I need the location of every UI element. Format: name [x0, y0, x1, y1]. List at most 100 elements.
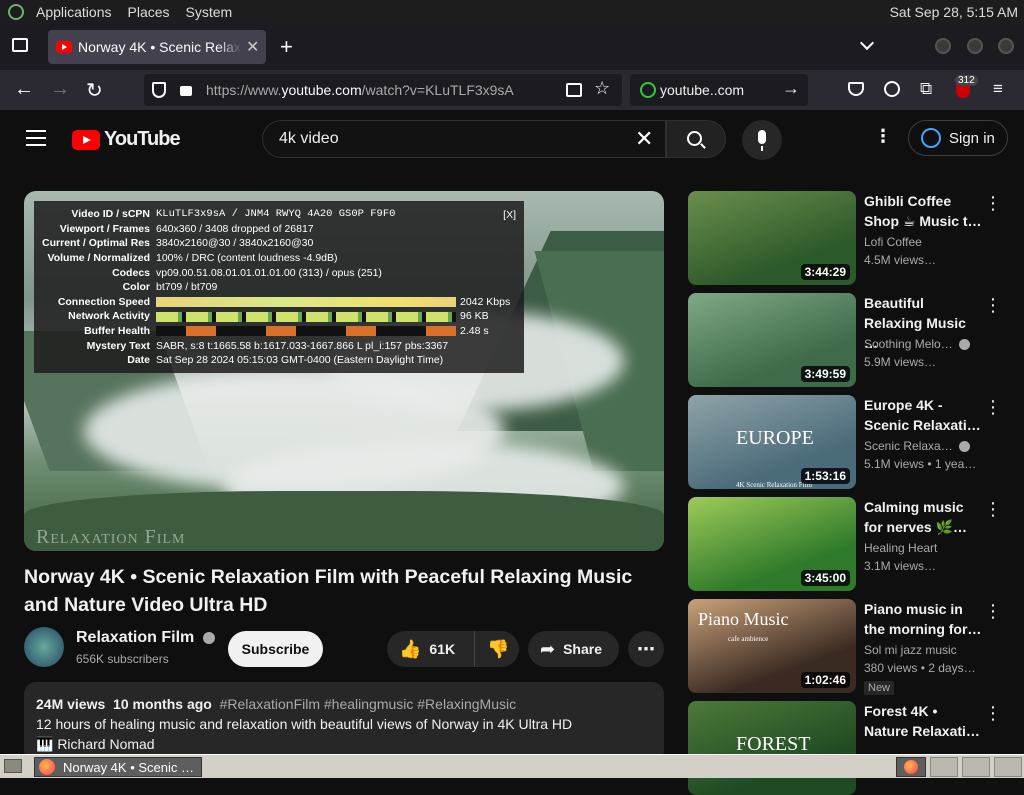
more-options-kebab-icon[interactable]: ⋮: [874, 126, 892, 147]
recommendation-menu-kebab-icon[interactable]: ⋮: [984, 397, 1002, 418]
stats-value-text: 100% / DRC (content loudness -4.9dB): [156, 252, 338, 265]
sign-in-button[interactable]: Sign in: [908, 120, 1008, 156]
recommendation-meta: 3.1M views…: [864, 559, 937, 573]
youtube-search-button[interactable]: [666, 120, 726, 158]
window-maximize-button[interactable]: [967, 38, 983, 54]
extensions-puzzle-icon[interactable]: ⧉: [920, 79, 932, 99]
youtube-logo-text: YouTube: [104, 128, 181, 150]
lock-icon[interactable]: [180, 86, 192, 96]
stats-value: 3840x2160@30 / 3840x2160@30: [156, 237, 524, 249]
forward-arrow-icon[interactable]: →: [50, 78, 70, 101]
youtube-search-input[interactable]: 4k video ✕: [262, 120, 666, 158]
recommendation-channel[interactable]: Lofi Coffee: [864, 235, 922, 249]
hashtags[interactable]: #RelaxationFilm #healingmusic #RelaxingM…: [220, 696, 516, 712]
voice-search-button[interactable]: [742, 120, 782, 160]
tab-list-chevron-icon[interactable]: [859, 35, 875, 51]
workspace-switcher[interactable]: [896, 757, 926, 777]
subscribe-button[interactable]: Subscribe: [228, 631, 323, 667]
stats-value: 640x360 / 3408 dropped of 26817: [156, 223, 524, 235]
youtube-logo-play-icon: [72, 129, 100, 150]
clock[interactable]: Sat Sep 28, 5:15 AM: [890, 4, 1018, 20]
recommendation-thumbnail[interactable]: FOREST: [688, 701, 856, 795]
window-close-button[interactable]: [998, 38, 1014, 54]
window-minimize-button[interactable]: [935, 38, 951, 54]
recommendation-thumbnail[interactable]: Piano Music cafe ambience 1:02:46: [688, 599, 856, 693]
share-arrow-icon: ➦: [540, 638, 556, 659]
recommendation-item[interactable]: 3:44:29 Ghibli Coffee Shop ☕ Music t… Lofi…: [688, 191, 1008, 285]
recommendation-item[interactable]: 3:45:00 Calming music for nerves 🌿… Healin…: [688, 497, 1008, 591]
stats-value: KLuTLF3x9sA / JNM4 RWYQ 4A20 GS0P F9F0: [156, 208, 524, 220]
recommendation-item[interactable]: 3:49:59 Beautiful Relaxing Music … Soothin…: [688, 293, 1008, 387]
channel-name[interactable]: Relaxation Film: [76, 629, 215, 647]
recommendation-title[interactable]: Forest 4K • Nature Relaxati…: [864, 701, 982, 741]
recommendation-item[interactable]: EUROPE 4K Scenic Relaxation Film 1:53:16 Eu…: [688, 395, 1008, 489]
recommendation-channel[interactable]: Soothing Melo…: [864, 337, 970, 351]
thumbnail-text: EUROPE: [736, 427, 814, 449]
bookmark-star-icon[interactable]: ☆: [594, 78, 610, 99]
search-bar-text[interactable]: youtube..com: [660, 82, 744, 98]
show-desktop-icon[interactable]: [4, 759, 22, 773]
recommendation-thumbnail[interactable]: 3:45:00: [688, 497, 856, 591]
stats-key: Video ID / sCPN: [71, 208, 150, 221]
back-arrow-icon[interactable]: ←: [14, 78, 34, 101]
recommendation-channel[interactable]: Healing Heart: [864, 541, 937, 555]
dislike-button[interactable]: 👎: [475, 639, 509, 660]
recommendation-thumbnail[interactable]: EUROPE 4K Scenic Relaxation Film 1:53:16: [688, 395, 856, 489]
channel-avatar[interactable]: [24, 627, 64, 667]
stats-key: Codecs: [112, 266, 150, 279]
youtube-logo[interactable]: YouTube: [72, 128, 181, 151]
app-menu-hamburger-icon[interactable]: ≡: [993, 79, 1003, 99]
recommendation-channel[interactable]: Scenic Relaxa…: [864, 439, 970, 453]
recommendation-menu-kebab-icon[interactable]: ⋮: [984, 601, 1002, 622]
recommendation-menu-kebab-icon[interactable]: ⋮: [984, 499, 1002, 520]
stats-value: vp09.00.51.08.01.01.01.01.00 (313) / opu…: [156, 267, 524, 279]
workspace-4[interactable]: [994, 757, 1022, 777]
menu-places[interactable]: Places: [120, 4, 178, 20]
recommendation-title[interactable]: Piano music in the morning for…: [864, 599, 982, 639]
recommendation-title[interactable]: Europe 4K - Scenic Relaxati…: [864, 395, 982, 435]
workspace-3[interactable]: [962, 757, 990, 777]
share-label: Share: [563, 641, 603, 657]
guide-hamburger-icon[interactable]: [26, 130, 46, 146]
taskbar-firefox-window[interactable]: Norway 4K • Scenic …: [34, 757, 202, 777]
share-button[interactable]: ➦ Share: [528, 631, 619, 667]
shield-icon[interactable]: [152, 82, 166, 98]
tab-youtube[interactable]: Norway 4K • Scenic Relaxation Film ✕: [48, 30, 266, 64]
recommendation-item[interactable]: FOREST Forest 4K • Nature Relaxati… ⋮: [688, 701, 1008, 795]
stats-graph-buffer: [156, 326, 456, 337]
verified-check-icon: [202, 631, 215, 644]
like-button[interactable]: 👍 61K: [387, 631, 475, 667]
reload-icon[interactable]: ↻: [86, 78, 103, 103]
youtube-search-value[interactable]: 4k video: [279, 130, 339, 148]
recommendation-menu-kebab-icon[interactable]: ⋮: [984, 193, 1002, 214]
menu-applications[interactable]: Applications: [28, 4, 120, 20]
distro-logo-icon[interactable]: [8, 4, 24, 20]
search-go-arrow-icon[interactable]: →: [782, 78, 800, 99]
tab-overview-icon[interactable]: [12, 38, 28, 52]
pocket-icon[interactable]: [848, 82, 864, 96]
recommendation-channel[interactable]: Sol mi jazz music: [864, 643, 957, 657]
recommendation-title[interactable]: Ghibli Coffee Shop ☕ Music t…: [864, 191, 982, 231]
new-tab-button[interactable]: +: [280, 34, 293, 60]
clear-search-icon[interactable]: ✕: [635, 126, 653, 152]
search-bar[interactable]: youtube..com →: [630, 74, 808, 106]
recommendation-menu-kebab-icon[interactable]: ⋮: [984, 295, 1002, 316]
video-player[interactable]: Relaxation Film [X] Video ID / sCPN KLuTL…: [24, 191, 664, 551]
description-box[interactable]: 24M views 10 months ago #RelaxationFilm …: [24, 682, 664, 762]
url-text[interactable]: https://www.youtube.com/watch?v=KLuTLF3x…: [206, 82, 514, 98]
url-bar[interactable]: https://www.youtube.com/watch?v=KLuTLF3x…: [144, 74, 622, 106]
account-icon[interactable]: [884, 81, 900, 97]
recommendation-thumbnail[interactable]: 3:49:59: [688, 293, 856, 387]
recommendation-title[interactable]: Calming music for nerves 🌿…: [864, 497, 982, 537]
recommendation-item[interactable]: Piano Music cafe ambience 1:02:46 Piano mus…: [688, 599, 1008, 695]
recommendation-menu-kebab-icon[interactable]: ⋮: [984, 703, 1002, 724]
workspace-2[interactable]: [930, 757, 958, 777]
stats-key: Date: [127, 354, 150, 367]
more-actions-button[interactable]: ⋯: [628, 631, 664, 667]
reader-view-icon[interactable]: [566, 83, 582, 97]
tab-close-icon[interactable]: ✕: [246, 37, 259, 57]
recommendation-thumbnail[interactable]: 3:44:29: [688, 191, 856, 285]
video-duration: 1:53:16: [800, 468, 850, 484]
menu-system[interactable]: System: [178, 4, 241, 20]
stats-close-button[interactable]: [X]: [503, 209, 516, 221]
